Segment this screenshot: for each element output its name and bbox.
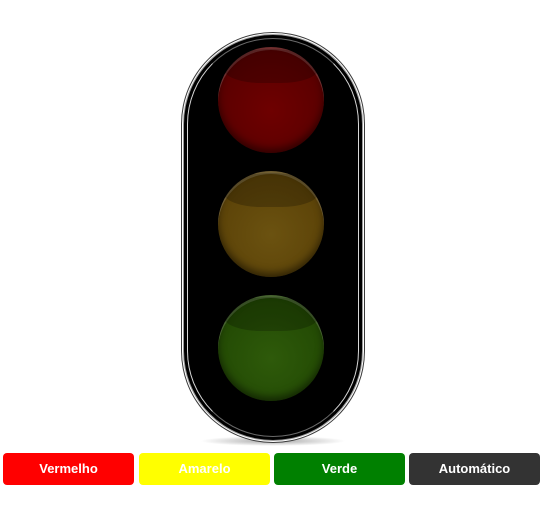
- red-lamp: [218, 47, 324, 153]
- green-lamp: [218, 295, 324, 401]
- red-button[interactable]: Vermelho: [3, 453, 134, 485]
- automatic-button[interactable]: Automático: [409, 453, 540, 485]
- green-button[interactable]: Verde: [274, 453, 405, 485]
- control-buttons: Vermelho Amarelo Verde Automático: [3, 453, 542, 485]
- yellow-lamp: [218, 171, 324, 277]
- yellow-button[interactable]: Amarelo: [139, 453, 270, 485]
- traffic-light: [184, 35, 362, 440]
